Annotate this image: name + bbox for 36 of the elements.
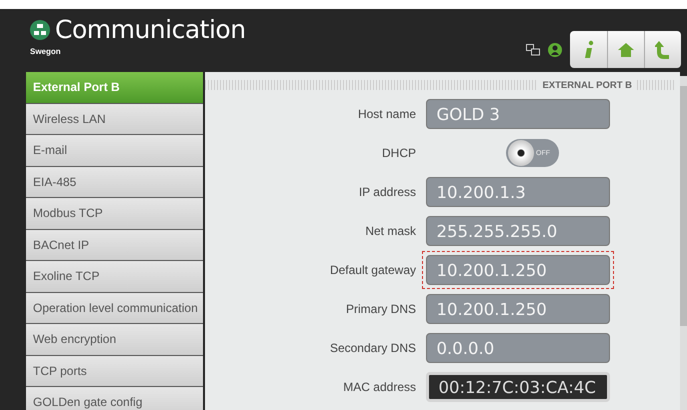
field-label: Host name [356, 107, 416, 121]
home-icon [618, 42, 634, 56]
field-label: MAC address [342, 380, 416, 394]
input-field[interactable]: 10.200.1.250 [426, 255, 610, 285]
user-icon [548, 42, 562, 56]
sidebar-item[interactable]: Modbus TCP [26, 198, 203, 228]
scrollbar[interactable] [680, 76, 687, 410]
field-label: Net mask [364, 224, 416, 238]
input-field[interactable]: 255.255.255.0 [426, 216, 610, 246]
sidebar-item[interactable]: BACnet IP [26, 230, 203, 260]
info-icon [584, 40, 594, 60]
sidebar-item[interactable]: Wireless LAN [26, 104, 203, 134]
network-icon [30, 20, 50, 40]
field-label: IP address [358, 185, 416, 199]
sidebar-item[interactable]: Operation level communication [26, 292, 203, 323]
readonly-field: 00:12:7C:03:CA:4C [426, 372, 610, 402]
input-field[interactable]: 10.200.1.3 [426, 177, 610, 207]
field-label: DHCP [380, 146, 416, 160]
sidebar-item[interactable]: Web encryption [26, 324, 203, 354]
sidebar-item[interactable]: EIA-485 [26, 166, 203, 197]
field-label: Secondary DNS [328, 341, 416, 355]
return-arrow-icon [655, 40, 671, 58]
brand-logo: Swegon [30, 47, 61, 56]
section-title: EXTERNAL PORT B [538, 80, 636, 90]
sidebar-item[interactable]: TCP ports [26, 356, 203, 386]
sidebar-item[interactable]: GOLDen gate config [26, 387, 203, 410]
field-label: Default gateway [328, 263, 416, 277]
screens-icon [526, 44, 540, 56]
page-title: Communication [55, 15, 246, 44]
input-field[interactable]: 0.0.0.0 [426, 333, 610, 363]
sidebar-item[interactable]: External Port B [26, 72, 203, 102]
sidebar-item[interactable]: Exoline TCP [26, 261, 203, 292]
field-label: Primary DNS [344, 302, 416, 316]
input-field[interactable]: GOLD 3 [426, 99, 610, 129]
sidebar-item[interactable]: E-mail [26, 135, 203, 166]
input-field[interactable]: 10.200.1.250 [426, 294, 610, 324]
